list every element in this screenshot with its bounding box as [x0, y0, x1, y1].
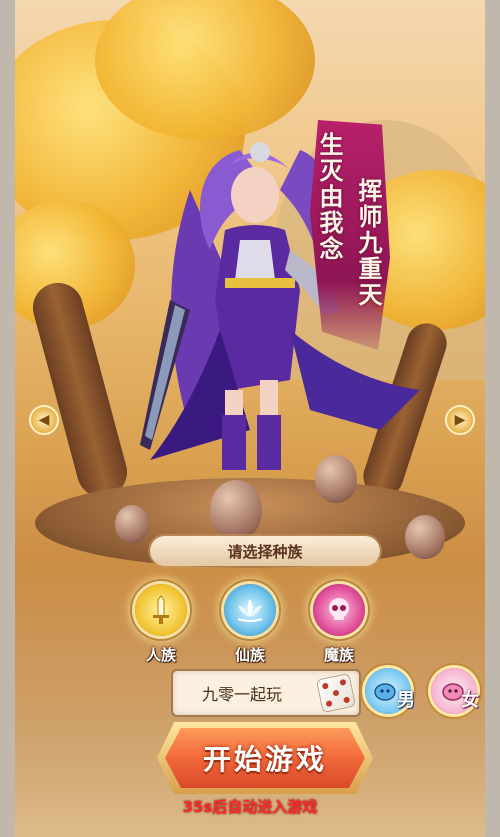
gender-female-button[interactable]: 女	[431, 668, 479, 714]
auto-start-countdown: 35s后自动进入游戏	[182, 798, 318, 816]
chevron-right-icon: ▶	[454, 412, 466, 428]
tree-trunk	[27, 277, 133, 503]
right-border	[485, 0, 500, 837]
slogan-line-left: 生灭由我念	[315, 132, 344, 262]
race-label-human: 人族	[145, 646, 176, 664]
character-name-value[interactable]: 九零一起玩	[173, 671, 311, 715]
slogan-line-right: 挥师九重天	[354, 178, 383, 308]
gender-male-button[interactable]: 男	[365, 668, 415, 714]
race-prompt-text: 请选择种族	[227, 542, 303, 561]
gender-male-label: 男	[397, 690, 415, 711]
dragon-egg	[115, 505, 149, 543]
gender-female-label: 女	[461, 690, 479, 711]
character-creation-screen: 挥师九重天 生灭由我念 ◀ ▶ 请选择种族 人族 仙族 魔族 九零一起玩 男 女…	[15, 0, 485, 837]
dragon-egg	[405, 515, 445, 559]
start-game-button[interactable]: 开始游戏	[165, 728, 365, 788]
race-option-immortal[interactable]	[224, 584, 276, 636]
previous-character-button[interactable]: ◀	[29, 405, 59, 435]
race-label-demon: 魔族	[323, 646, 354, 664]
race-prompt: 请选择种族	[150, 536, 380, 566]
race-option-demon[interactable]	[313, 584, 365, 636]
race-label-immortal: 仙族	[234, 646, 265, 664]
sword-icon	[153, 595, 169, 624]
next-character-button[interactable]: ▶	[445, 405, 475, 435]
skull-icon	[329, 598, 349, 620]
chevron-left-icon: ◀	[38, 412, 50, 428]
lotus-icon	[237, 599, 263, 622]
left-border	[0, 0, 15, 837]
start-game-label: 开始游戏	[202, 743, 327, 776]
dice-icon[interactable]	[315, 672, 357, 714]
character-name-field[interactable]: 九零一起玩	[171, 669, 361, 717]
race-option-human[interactable]	[135, 584, 187, 636]
